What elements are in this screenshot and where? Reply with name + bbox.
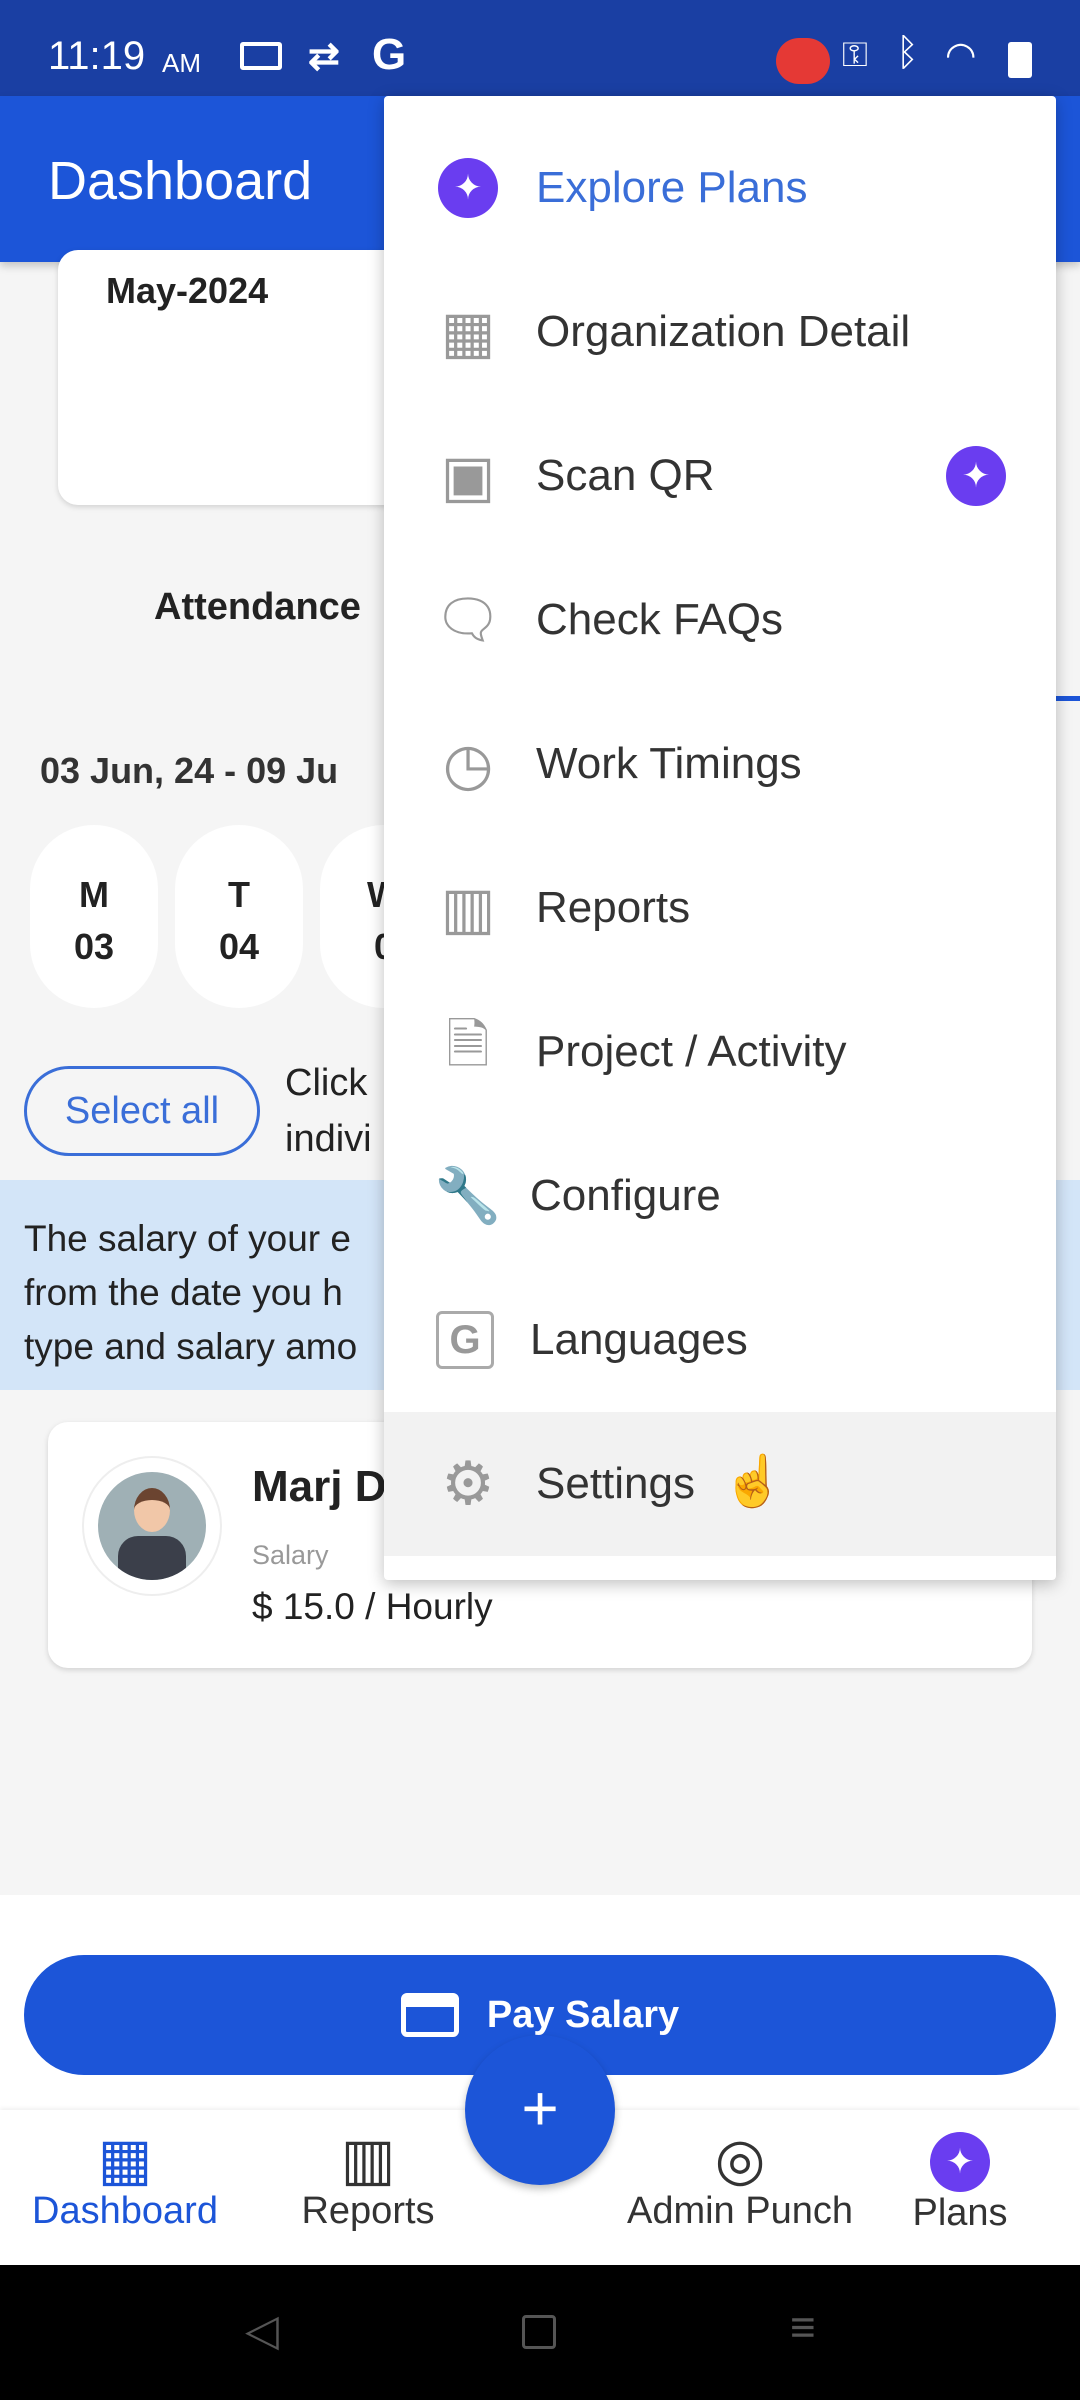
- menu-item-scan-qr[interactable]: ▣ Scan QR ✦: [384, 404, 1056, 548]
- nav-label: Plans: [912, 2192, 1008, 2234]
- clock-icon: ◷: [442, 732, 494, 797]
- menu-label: Project / Activity: [536, 1027, 847, 1076]
- nav-dashboard[interactable]: ▦ Dashboard: [15, 2130, 235, 2233]
- wifi-icon: ◠: [945, 34, 977, 75]
- nav-reports[interactable]: ▥ Reports: [258, 2130, 478, 2233]
- nav-label: Admin Punch: [626, 2190, 853, 2232]
- attendance-tab[interactable]: Attendance: [154, 586, 361, 629]
- nav-plans[interactable]: ✦ Plans: [890, 2132, 1030, 2235]
- menu-label: Check FAQs: [536, 595, 783, 644]
- hint-text-2: indivi: [285, 1118, 372, 1160]
- card-icon: [400, 1993, 459, 2037]
- recents-icon[interactable]: ≡: [790, 2303, 816, 2353]
- clock-ampm: AM: [162, 48, 201, 78]
- clock: 11:19: [48, 34, 146, 78]
- day-letter: M: [79, 874, 109, 915]
- status-bar: 11:19 AM ⇄ G ⚿ ᛒ ◠: [0, 0, 1080, 96]
- translate-icon: G: [436, 1311, 494, 1369]
- chat-icon: 🗨: [433, 589, 503, 650]
- day-pill[interactable]: T 04: [175, 825, 303, 1008]
- menu-item-check-faqs[interactable]: 🗨 Check FAQs: [384, 548, 1056, 692]
- menu-label: Scan QR: [536, 451, 715, 500]
- nav-label: Reports: [301, 2190, 435, 2232]
- sparkle-icon: ✦: [438, 158, 498, 218]
- page-title: Dashboard: [48, 151, 313, 211]
- overflow-menu: ✦ Explore Plans ▦ Organization Detail ▣ Sca…: [384, 96, 1056, 1580]
- menu-label: Organization Detail: [536, 307, 911, 356]
- bluetooth-icon: ᛒ: [896, 32, 919, 74]
- document-add-icon: 🗎: [446, 1015, 490, 1075]
- back-icon[interactable]: ◁: [245, 2305, 279, 2356]
- day-number: 03: [73, 926, 115, 967]
- hint-text-1: Click: [285, 1062, 368, 1104]
- menu-label: Languages: [530, 1315, 748, 1364]
- salary-value: $ 15.0 / Hourly: [252, 1586, 493, 1627]
- menu-label: Explore Plans: [536, 163, 808, 212]
- day-number: 04: [218, 926, 260, 967]
- menu-item-work-timings[interactable]: ◷ Work Timings: [384, 692, 1056, 836]
- menu-label: Configure: [530, 1171, 721, 1220]
- pay-salary-label: Pay Salary: [486, 1993, 680, 2036]
- target-icon: ◎: [714, 2127, 766, 2192]
- sparkle-icon: ✦: [946, 446, 1006, 506]
- menu-item-explore-plans[interactable]: ✦ Explore Plans: [384, 116, 1056, 260]
- menu-item-project-activity[interactable]: 🗎 Project / Activity: [384, 980, 1056, 1124]
- dashboard-icon: ▦: [97, 2127, 153, 2192]
- nav-admin-punch[interactable]: ◎ Admin Punch: [605, 2130, 875, 2233]
- menu-item-languages[interactable]: G Languages: [384, 1268, 1056, 1412]
- nav-label: Dashboard: [32, 2190, 218, 2232]
- menu-label: Work Timings: [536, 739, 802, 788]
- menu-item-organization-detail[interactable]: ▦ Organization Detail: [384, 260, 1056, 404]
- day-pill[interactable]: M 03: [30, 825, 158, 1008]
- gear-icon: ⚙: [441, 1450, 495, 1517]
- qr-icon: ▣: [440, 444, 496, 509]
- recording-icon: [776, 38, 830, 84]
- building-icon: ▦: [440, 300, 496, 365]
- chart-icon: ▥: [340, 2127, 396, 2192]
- add-fab-button[interactable]: +: [465, 2035, 615, 2185]
- sync-icon: ⇄: [308, 36, 340, 78]
- menu-item-reports[interactable]: ▥ Reports: [384, 836, 1056, 980]
- cursor-hand-icon: ☝: [722, 1453, 785, 1509]
- wrench-icon: 🔧: [434, 1165, 502, 1226]
- menu-label: Reports: [536, 883, 691, 932]
- menu-item-configure[interactable]: 🔧 Configure: [384, 1124, 1056, 1268]
- salary-label: Salary: [252, 1540, 329, 1570]
- menu-item-settings[interactable]: ⚙ Settings ☝: [384, 1412, 1056, 1556]
- employee-name: Marj D: [252, 1462, 387, 1511]
- battery-icon: [1008, 42, 1032, 78]
- vpn-key-icon: ⚿: [842, 36, 868, 74]
- sparkle-icon: ✦: [930, 2132, 990, 2192]
- day-letter: T: [228, 874, 250, 915]
- month-label: May-2024: [106, 270, 269, 311]
- select-all-button[interactable]: Select all: [24, 1066, 260, 1156]
- screen-record-icon: [240, 42, 282, 70]
- home-icon[interactable]: [522, 2315, 556, 2349]
- google-icon: G: [372, 30, 407, 79]
- system-nav-bar: ◁ ≡: [0, 2265, 1080, 2400]
- date-range[interactable]: 03 Jun, 24 - 09 Ju: [40, 750, 338, 792]
- avatar: [82, 1456, 222, 1596]
- menu-label: Settings: [536, 1459, 695, 1508]
- chart-icon: ▥: [440, 876, 496, 941]
